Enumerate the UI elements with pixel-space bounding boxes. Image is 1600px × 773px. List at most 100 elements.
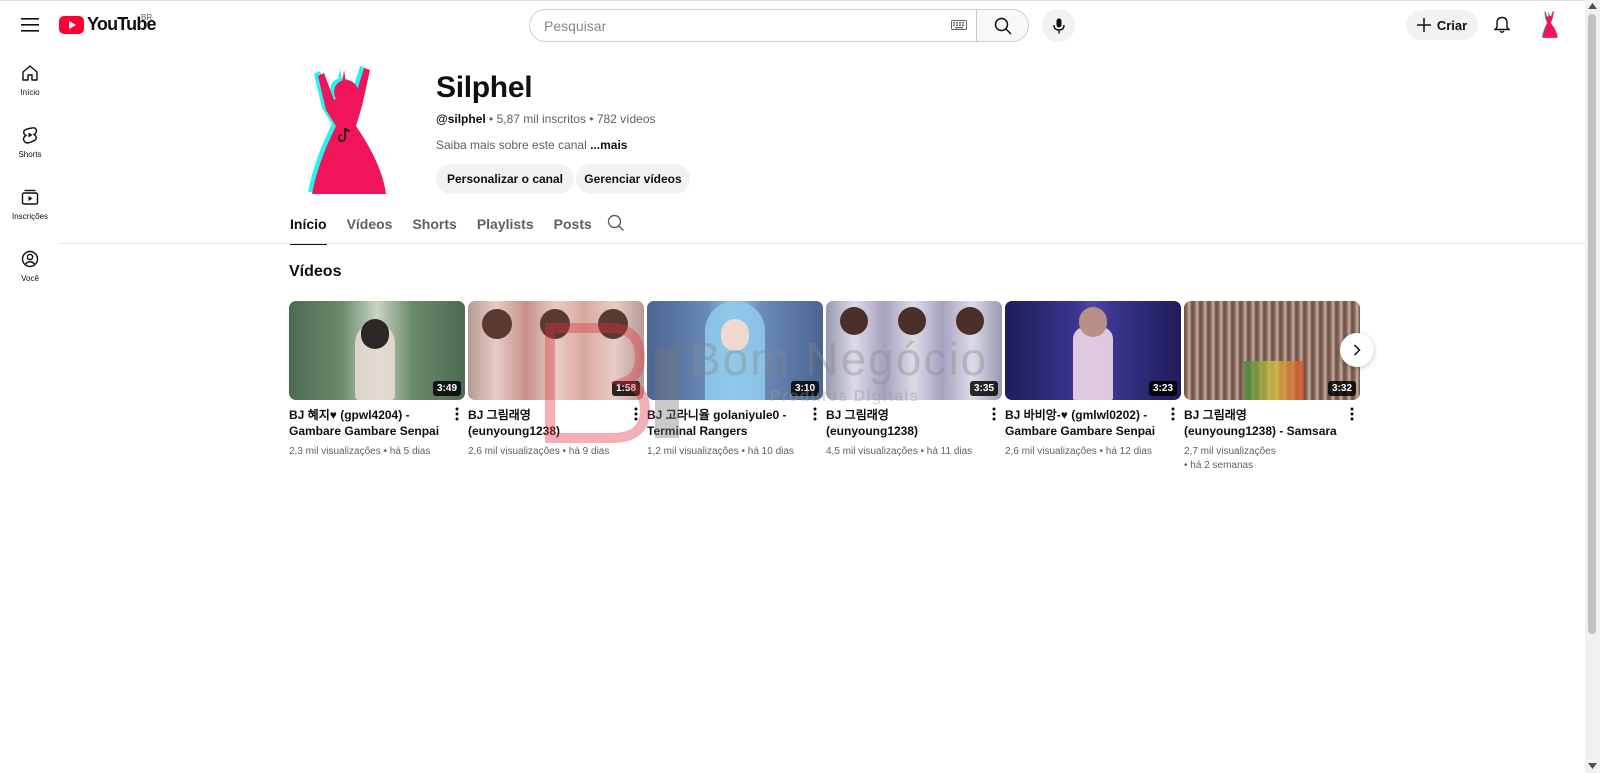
account-avatar[interactable] bbox=[1536, 10, 1564, 40]
shorts-icon bbox=[22, 127, 38, 144]
nav-label: Inscrições bbox=[11, 212, 48, 221]
channel-handle: @silphel bbox=[436, 112, 486, 126]
video-duration: 3:10 bbox=[790, 381, 819, 396]
video-card: 3:23 BJ 바비앙-♥ (gmlwl0202) - Gambare Gamb… bbox=[1005, 301, 1181, 459]
top-bar: YouTube BR Criar bbox=[0, 0, 1585, 48]
tabs-divider bbox=[60, 243, 1585, 244]
search-box bbox=[529, 9, 977, 42]
channel-name: Silphel bbox=[436, 71, 533, 104]
video-title[interactable]: BJ 그림래영 (eunyoung1238) - Samsara bbox=[1184, 407, 1360, 439]
channel-dancer-logo bbox=[308, 66, 386, 194]
tab-shorts[interactable]: Shorts bbox=[412, 210, 456, 244]
nav-label: Shorts bbox=[18, 150, 42, 159]
manage-videos-button[interactable]: Gerenciar vídeos bbox=[576, 164, 690, 194]
video-thumbnail[interactable]: 3:32 bbox=[1184, 301, 1360, 400]
video-thumbnail[interactable]: 1:58 bbox=[468, 301, 644, 400]
more-vert-icon bbox=[455, 407, 459, 421]
subscriptions-icon bbox=[21, 189, 39, 205]
search-input[interactable] bbox=[544, 17, 924, 34]
video-thumbnail[interactable]: 3:35 bbox=[826, 301, 1002, 400]
video-duration: 3:32 bbox=[1327, 381, 1356, 396]
home-icon bbox=[22, 65, 38, 81]
channel-meta: @silphel • 5,87 mil inscritos • 782 víde… bbox=[436, 112, 656, 126]
nav-item-home[interactable]: Início bbox=[0, 56, 60, 118]
plus-icon bbox=[1416, 18, 1431, 32]
tab-home[interactable]: Início bbox=[290, 210, 327, 245]
more-vert-icon bbox=[1350, 407, 1354, 421]
video-duration: 3:23 bbox=[1148, 381, 1177, 396]
video-title[interactable]: BJ 그림래영 (eunyoung1238) bbox=[468, 407, 644, 439]
video-menu-button[interactable] bbox=[988, 405, 1000, 423]
more-link[interactable]: ...mais bbox=[590, 138, 627, 152]
voice-search-button[interactable] bbox=[1042, 9, 1075, 42]
more-vert-icon bbox=[1171, 407, 1175, 421]
video-card: 3:32 BJ 그림래영 (eunyoung1238) - Samsara 2,… bbox=[1184, 301, 1360, 473]
video-menu-button[interactable] bbox=[630, 405, 642, 423]
chevron-right-icon bbox=[1353, 344, 1361, 356]
video-card: 3:35 BJ 그림래영 (eunyoung1238) 4,5 mil visu… bbox=[826, 301, 1002, 459]
description-text: Saiba mais sobre este canal bbox=[436, 138, 591, 152]
region-code: BR bbox=[141, 13, 153, 22]
nav-item-shorts[interactable]: Shorts bbox=[0, 118, 60, 180]
video-title[interactable]: BJ 혜지♥ (gpwl4204) - Gambare Gambare Senp… bbox=[289, 407, 465, 439]
nav-label: Você bbox=[21, 274, 39, 283]
section-title: Vídeos bbox=[289, 263, 342, 280]
video-meta: 1,2 mil visualizações • há 10 dias bbox=[647, 446, 794, 457]
notifications-button[interactable] bbox=[1488, 11, 1516, 39]
nav-item-subscriptions[interactable]: Inscrições bbox=[0, 180, 60, 242]
video-duration: 1:58 bbox=[611, 381, 640, 396]
search-icon bbox=[994, 17, 1012, 35]
tab-playlists[interactable]: Playlists bbox=[477, 210, 534, 244]
video-card: 1:58 BJ 그림래영 (eunyoung1238) 2,6 mil visu… bbox=[468, 301, 644, 459]
create-label: Criar bbox=[1436, 17, 1468, 33]
channel-stats: • 5,87 mil inscritos • 782 vídeos bbox=[485, 112, 656, 126]
more-vert-icon bbox=[813, 407, 817, 421]
scroll-down-arrow-icon[interactable] bbox=[1588, 763, 1597, 769]
video-thumbnail[interactable]: 3:23 bbox=[1005, 301, 1181, 400]
video-card: 3:49 BJ 혜지♥ (gpwl4204) - Gambare Gambare… bbox=[289, 301, 465, 459]
video-title[interactable]: BJ 그림래영 (eunyoung1238) bbox=[826, 407, 1002, 439]
video-title[interactable]: BJ 고라니율 golaniyule0 - Terminal Rangers bbox=[647, 407, 823, 439]
bell-icon bbox=[1494, 16, 1510, 33]
video-menu-button[interactable] bbox=[809, 405, 821, 423]
video-menu-button[interactable] bbox=[451, 405, 463, 423]
video-meta: 2,6 mil visualizações • há 12 dias bbox=[1005, 446, 1152, 457]
video-menu-button[interactable] bbox=[1167, 405, 1179, 423]
microphone-icon bbox=[1052, 18, 1065, 33]
video-thumbnail[interactable]: 3:10 bbox=[647, 301, 823, 400]
avatar-dancer-icon bbox=[1541, 10, 1558, 38]
channel-tabs: Início Vídeos Shorts Playlists Posts bbox=[290, 210, 612, 245]
video-meta: 2,7 mil visualizações • há 2 semanas bbox=[1184, 446, 1276, 471]
tab-videos[interactable]: Vídeos bbox=[347, 210, 393, 244]
channel-avatar[interactable] bbox=[300, 64, 392, 204]
channel-search-icon[interactable] bbox=[607, 214, 625, 232]
search-button[interactable] bbox=[976, 9, 1029, 42]
page-scrollbar[interactable] bbox=[1585, 0, 1600, 773]
more-vert-icon bbox=[634, 407, 638, 421]
video-duration: 3:49 bbox=[432, 381, 461, 396]
create-button[interactable]: Criar bbox=[1406, 10, 1478, 40]
scroll-up-arrow-icon[interactable] bbox=[1588, 3, 1597, 9]
hamburger-icon bbox=[21, 18, 39, 32]
video-card: 3:10 BJ 고라니율 golaniyule0 - Terminal Rang… bbox=[647, 301, 823, 459]
scrollbar-thumb[interactable] bbox=[1588, 14, 1596, 634]
tab-posts[interactable]: Posts bbox=[554, 210, 592, 244]
videos-shelf: 3:49 BJ 혜지♥ (gpwl4204) - Gambare Gambare… bbox=[289, 301, 1360, 481]
video-meta: 2,3 mil visualizações • há 5 dias bbox=[289, 446, 431, 457]
youtube-play-icon bbox=[59, 15, 84, 34]
left-navigation: Início Shorts Inscrições Você bbox=[0, 56, 60, 304]
channel-description[interactable]: Saiba mais sobre este canal ...mais bbox=[436, 138, 627, 152]
menu-button[interactable] bbox=[14, 9, 46, 41]
video-meta: 4,5 mil visualizações • há 11 dias bbox=[826, 446, 973, 457]
you-icon bbox=[21, 250, 39, 268]
video-duration: 3:35 bbox=[969, 381, 998, 396]
nav-item-you[interactable]: Você bbox=[0, 242, 60, 304]
customize-channel-button[interactable]: Personalizar o canal bbox=[436, 164, 574, 194]
keyboard-icon[interactable] bbox=[951, 20, 967, 30]
shelf-next-button[interactable] bbox=[1340, 333, 1374, 367]
video-thumbnail[interactable]: 3:49 bbox=[289, 301, 465, 400]
nav-label: Início bbox=[20, 88, 40, 97]
video-title[interactable]: BJ 바비앙-♥ (gmlwl0202) - Gambare Gambare S… bbox=[1005, 407, 1181, 439]
video-meta: 2,6 mil visualizações • há 9 dias bbox=[468, 446, 610, 457]
video-menu-button[interactable] bbox=[1346, 405, 1358, 423]
